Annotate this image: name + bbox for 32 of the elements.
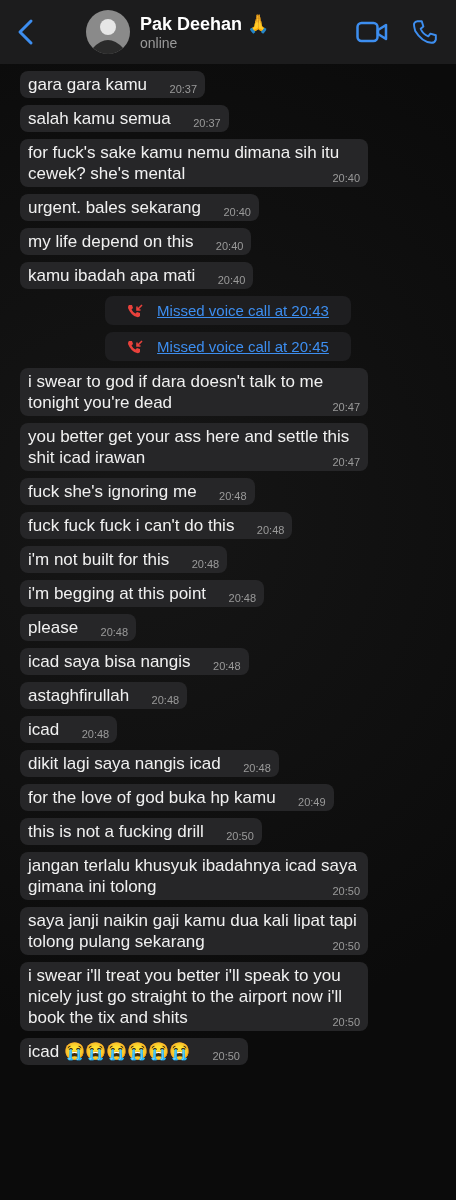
- message-bubble: i swear to god if dara doesn't talk to me tonight you're dead 20:47: [20, 368, 368, 416]
- missed-call-icon: [127, 339, 144, 354]
- message-bubble: urgent. bales sekarang 20:40: [20, 194, 259, 221]
- message-bubble: for the love of god buka hp kamu 20:49: [20, 784, 334, 811]
- message-bubble: you better get your ass here and settle this shit icad irawan 20:47: [20, 423, 368, 471]
- video-call-icon[interactable]: [356, 21, 388, 43]
- message-bubble: icad saya bisa nangis 20:48: [20, 648, 249, 675]
- message-bubble: i'm begging at this point 20:48: [20, 580, 265, 607]
- message-bubble: jangan terlalu khusyuk ibadahnya icad saya gimana ini tolong 20:50: [20, 852, 368, 900]
- message-bubble: dikit lagi saya nangis icad 20:48: [20, 750, 279, 777]
- avatar-icon[interactable]: [86, 10, 130, 54]
- message-bubble: i swear i'll treat you better i'll speak to you nicely just go straight to the airport now i'll book the tix and shits 20:50: [20, 962, 368, 1031]
- message-bubble: icad 😭😭😭😭😭😭 20:50: [20, 1038, 248, 1065]
- message-bubble: i'm not built for this 20:48: [20, 546, 228, 573]
- message-bubble: this is not a fucking drill 20:50: [20, 818, 262, 845]
- message-bubble: gara gara kamu 20:37: [20, 71, 206, 98]
- message-bubble: my life depend on this 20:40: [20, 228, 252, 255]
- missed-call-link[interactable]: Missed voice call at 20:45: [157, 338, 329, 355]
- contact-name[interactable]: Pak Deehan 🙏: [140, 13, 332, 35]
- missed-call-link[interactable]: Missed voice call at 20:43: [157, 302, 329, 319]
- message-bubble: please 20:48: [20, 614, 137, 641]
- message-bubble: kamu ibadah apa mati 20:40: [20, 262, 254, 289]
- message-bubble: fuck she's ignoring me 20:48: [20, 478, 255, 505]
- message-bubble: icad 20:48: [20, 716, 118, 743]
- contact-status: online: [140, 35, 179, 51]
- phone-call-icon[interactable]: [412, 19, 438, 45]
- message-bubble: salah kamu semua 20:37: [20, 105, 229, 132]
- message-bubble: astaghfirullah 20:48: [20, 682, 188, 709]
- message-bubble: saya janji naikin gaji kamu dua kali lipat tapi tolong pulang sekarang 20:50: [20, 907, 368, 955]
- missed-call-icon: [127, 303, 144, 318]
- message-bubble: for fuck's sake kamu nemu dimana sih itu cewek? she's mental 20:40: [20, 139, 368, 187]
- message-bubble: fuck fuck fuck i can't do this 20:48: [20, 512, 293, 539]
